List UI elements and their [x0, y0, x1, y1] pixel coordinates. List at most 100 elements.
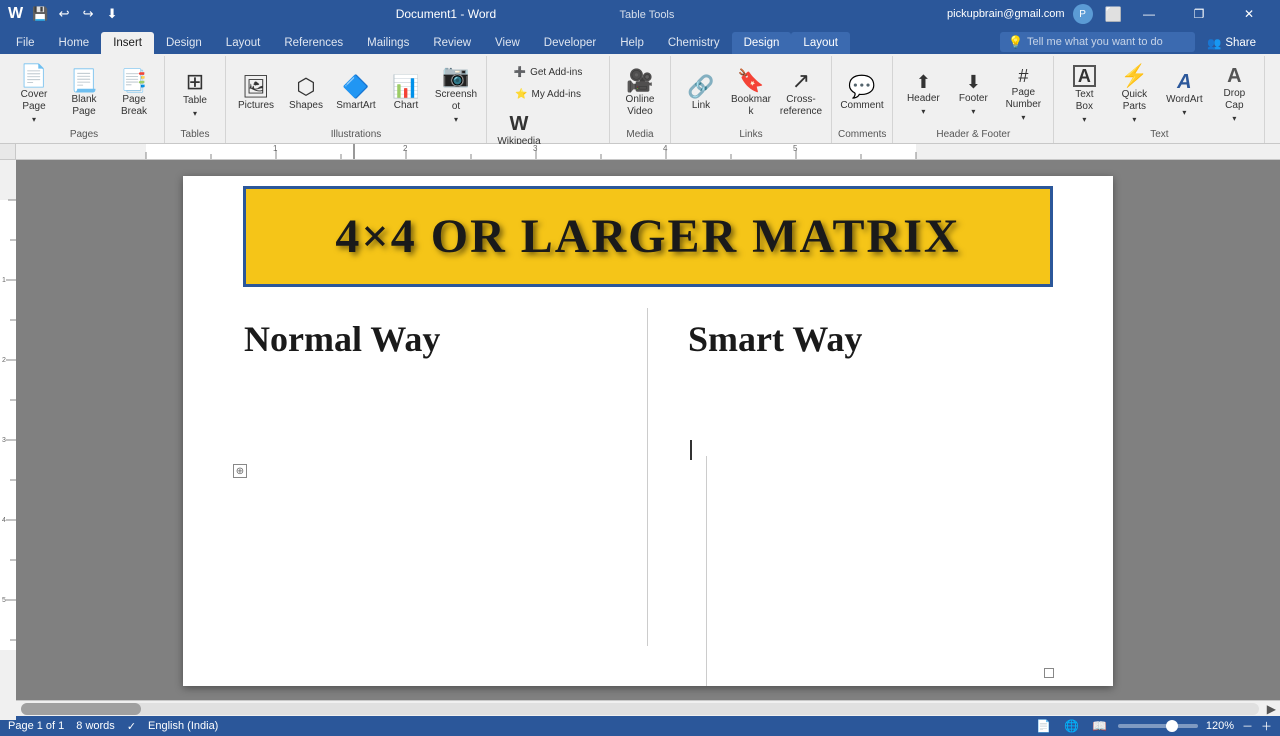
table-btn[interactable]: ⊞ Table ▾ — [171, 61, 219, 125]
scroll-right-arrow[interactable]: ▶ — [1263, 702, 1280, 716]
title-bar-left: W 💾 ↩ ↪ ⬇ — [8, 3, 123, 25]
bookmark-btn[interactable]: 🔖 Bookmark — [727, 61, 775, 125]
zoom-level: 120% — [1206, 720, 1234, 732]
tell-me-search[interactable]: 💡 — [1000, 32, 1195, 52]
redo-icon[interactable]: ↪ — [77, 3, 99, 25]
date-time-btn[interactable]: 📅 Date & Time — [1271, 84, 1280, 104]
ribbon-tab-bar: File Home Insert Design Layout Reference… — [0, 28, 1280, 54]
wordart-btn[interactable]: A WordArt ▾ — [1160, 61, 1208, 125]
comment-btn[interactable]: 💬 Comment — [838, 61, 886, 125]
column-left[interactable]: Normal Way — [244, 308, 648, 646]
smartart-btn[interactable]: 🔷 SmartArt — [332, 61, 380, 125]
column-right[interactable]: Smart Way — [648, 308, 1052, 646]
table-move-handle[interactable]: ⊕ — [233, 464, 247, 478]
footer-icon: ⬇ — [966, 73, 981, 91]
ribbon-display-icon[interactable]: ⬜ — [1105, 6, 1122, 23]
link-btn[interactable]: 🔗 Link — [677, 61, 725, 125]
cross-reference-btn[interactable]: ↗ Cross-reference — [777, 61, 825, 125]
tab-help[interactable]: Help — [608, 32, 656, 54]
shapes-btn[interactable]: ⬡ Shapes — [282, 61, 330, 125]
tab-table-layout[interactable]: Layout — [791, 32, 850, 54]
print-view-btn[interactable]: 📄 — [1034, 718, 1054, 734]
tab-mailings[interactable]: Mailings — [355, 32, 421, 54]
tables-items: ⊞ Table ▾ — [171, 58, 219, 129]
get-addins-btn[interactable]: ➕ Get Add-ins — [493, 62, 603, 82]
ruler-corner — [0, 144, 16, 159]
svg-text:4: 4 — [663, 144, 668, 153]
zoom-out-btn[interactable]: － — [1242, 718, 1253, 734]
vertical-ruler: 1 2 3 4 5 — [0, 160, 16, 700]
page-info: Page 1 of 1 — [8, 720, 64, 732]
svg-text:5: 5 — [793, 144, 798, 153]
footer-btn[interactable]: ⬇ Footer ▾ — [949, 61, 997, 125]
drop-cap-btn[interactable]: A DropCap ▾ — [1210, 61, 1258, 125]
tab-view[interactable]: View — [483, 32, 532, 54]
web-view-btn[interactable]: 🌐 — [1062, 718, 1082, 734]
horizontal-scrollbar[interactable]: ◀ ▶ — [0, 700, 1280, 716]
document-page: ⊕ 4×4 OR LARGER MATRIX Normal Way Smart … — [183, 176, 1113, 686]
svg-text:2: 2 — [2, 357, 6, 364]
text-box-btn[interactable]: A TextBox ▾ — [1060, 61, 1108, 125]
share-button[interactable]: 👥 Share — [1195, 32, 1268, 54]
spelling-check-icon[interactable]: ✓ — [127, 720, 136, 733]
smartart-icon: 🔷 — [342, 76, 369, 98]
header-btn[interactable]: ⬆ Header ▾ — [899, 61, 947, 125]
tab-file[interactable]: File — [4, 32, 47, 54]
pictures-icon: 🖼 — [242, 76, 270, 98]
header-chevron-icon: ▾ — [921, 107, 925, 116]
tab-insert[interactable]: Insert — [101, 32, 154, 54]
tab-layout[interactable]: Layout — [214, 32, 273, 54]
ribbon-group-header-footer: ⬆ Header ▾ ⬇ Footer ▾ # PageNumber ▾ Hea… — [893, 56, 1054, 143]
signature-line-btn[interactable]: ✏ Signature Line ▾ — [1271, 62, 1280, 82]
read-view-btn[interactable]: 📖 — [1090, 718, 1110, 734]
tab-developer[interactable]: Developer — [532, 32, 608, 54]
screenshot-btn[interactable]: 📷 Screenshot ▾ — [432, 61, 480, 125]
page-break-icon: 📑 — [120, 70, 147, 92]
restore-button[interactable]: ❐ — [1176, 0, 1222, 28]
zoom-thumb[interactable] — [1166, 720, 1178, 732]
tab-home[interactable]: Home — [47, 32, 102, 54]
header-icon: ⬆ — [916, 73, 931, 91]
zoom-slider[interactable] — [1118, 724, 1198, 728]
tab-chemistry[interactable]: Chemistry — [656, 32, 732, 54]
text-cursor — [690, 440, 692, 460]
save-icon[interactable]: 💾 — [29, 3, 51, 25]
main-area: 1 2 3 4 5 ⊕ 4×4 OR LARGER MATRIX — [0, 160, 1280, 700]
page-number-chevron-icon: ▾ — [1021, 113, 1025, 122]
tab-table-design[interactable]: Design — [732, 32, 792, 54]
illustrations-group-label: Illustrations — [232, 129, 480, 143]
document-scroll-area[interactable]: ⊕ 4×4 OR LARGER MATRIX Normal Way Smart … — [16, 160, 1280, 700]
tab-references[interactable]: References — [272, 32, 355, 54]
minimize-button[interactable]: — — [1126, 0, 1172, 28]
close-button[interactable]: ✕ — [1226, 0, 1272, 28]
table-resize-handle[interactable] — [1044, 668, 1054, 678]
ribbon-group-comments: 💬 Comment Comments — [832, 56, 893, 143]
pictures-btn[interactable]: 🖼 Pictures — [232, 61, 280, 125]
page-break-btn[interactable]: 📑 PageBreak — [110, 61, 158, 125]
ribbon: 📄 CoverPage ▾ 📃 BlankPage 📑 PageBreak Pa… — [0, 54, 1280, 144]
object-btn[interactable]: ◻ Object ▾ — [1271, 106, 1280, 126]
quick-parts-btn[interactable]: ⚡ QuickParts ▾ — [1110, 61, 1158, 125]
horizontal-ruler: 1 2 3 4 5 — [16, 144, 1280, 160]
scroll-thumb[interactable] — [21, 703, 141, 715]
customize-qa-icon[interactable]: ⬇ — [101, 3, 123, 25]
zoom-in-btn[interactable]: ＋ — [1261, 718, 1272, 734]
table-icon: ⊞ — [186, 71, 204, 93]
chart-btn[interactable]: 📊 Chart — [382, 61, 430, 125]
blank-page-btn[interactable]: 📃 BlankPage — [60, 61, 108, 125]
search-input[interactable] — [1027, 36, 1187, 48]
cover-page-btn[interactable]: 📄 CoverPage ▾ — [10, 61, 58, 125]
tab-design[interactable]: Design — [154, 32, 214, 54]
svg-text:4: 4 — [2, 517, 6, 524]
undo-icon[interactable]: ↩ — [53, 3, 75, 25]
blank-page-icon: 📃 — [70, 70, 97, 92]
page-number-btn[interactable]: # PageNumber ▾ — [999, 61, 1047, 125]
tab-review[interactable]: Review — [421, 32, 483, 54]
cursor-area — [688, 440, 1052, 460]
ribbon-group-tables: ⊞ Table ▾ Tables — [165, 56, 226, 143]
language[interactable]: English (India) — [148, 720, 218, 732]
shapes-icon: ⬡ — [296, 76, 315, 98]
online-video-btn[interactable]: 🎥 OnlineVideo — [616, 61, 664, 125]
scroll-track[interactable] — [21, 703, 1259, 715]
text-box-icon: A — [1073, 65, 1096, 87]
